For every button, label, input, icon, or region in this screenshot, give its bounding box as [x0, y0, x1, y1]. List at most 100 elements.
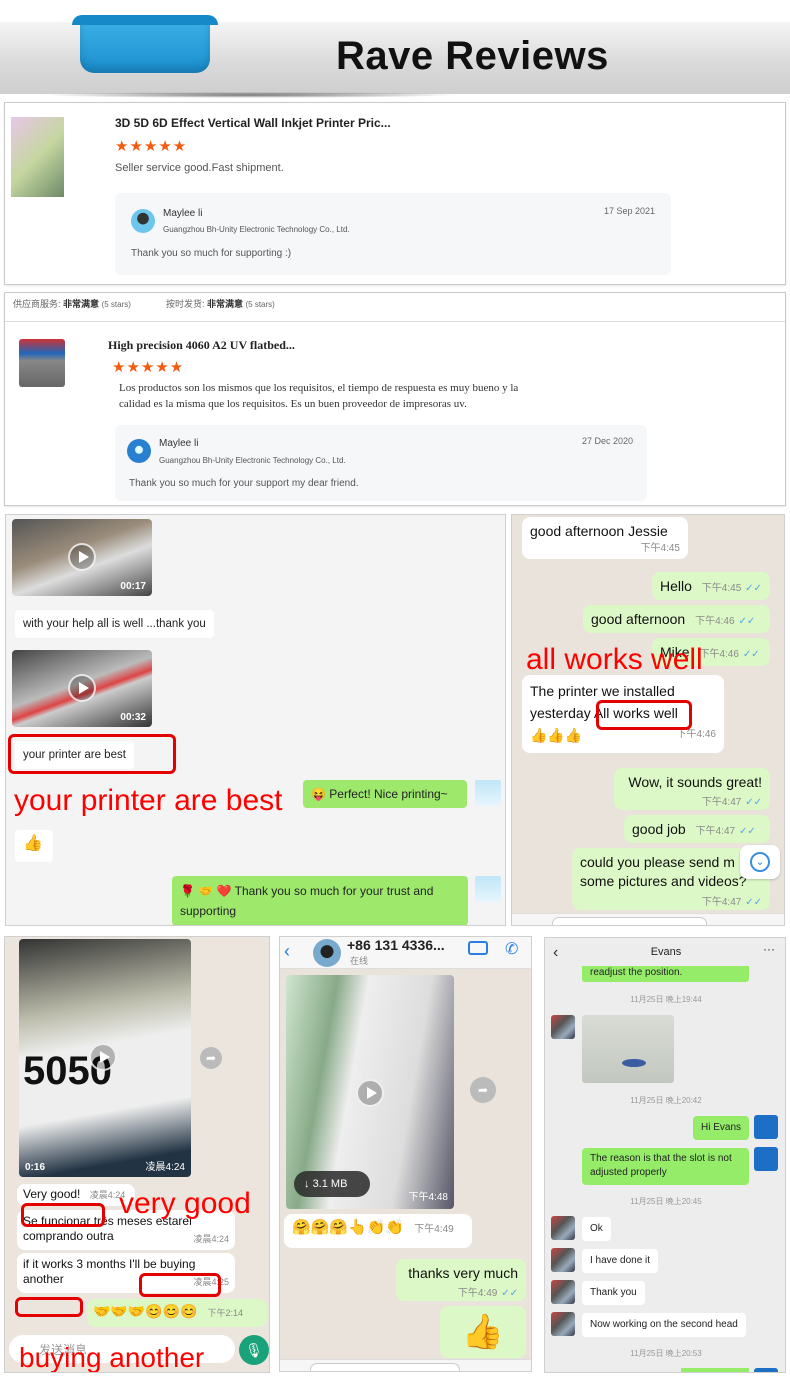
- chevron-down-icon: ⌄: [750, 852, 770, 872]
- rating-label: 按时发货:: [165, 299, 205, 309]
- chat-bubble-out: 🌹 🤝 ❤️ Thank you so much for your trust …: [172, 876, 468, 925]
- user-avatar[interactable]: [754, 1115, 778, 1139]
- video-message[interactable]: 00:32: [12, 650, 152, 727]
- message-text: Wow, it sounds great!: [628, 774, 762, 790]
- chat-bubble-out: [681, 1368, 749, 1372]
- chat-panel-3: 5050 0:16 凌晨4:24 ➦ Very good! 凌晨4:24 Se …: [4, 936, 270, 1373]
- product-thumbnail[interactable]: [19, 339, 65, 387]
- message-time: 下午4:46: [695, 616, 735, 627]
- download-button[interactable]: ↓ 3.1 MB: [294, 1171, 370, 1197]
- message-text: good afternoon: [591, 611, 686, 627]
- contact-avatar[interactable]: [551, 1280, 575, 1304]
- message-time: 下午4:47: [695, 826, 736, 837]
- rating-value: 非常满意: [63, 299, 100, 309]
- user-avatar[interactable]: [754, 1368, 778, 1372]
- message-input[interactable]: [552, 917, 707, 925]
- message-text: good job: [632, 821, 686, 837]
- video-call-icon[interactable]: [468, 941, 488, 955]
- emoji: 🌹 🤝 ❤️: [180, 884, 232, 898]
- review-card-2: 供应商服务: 非常满意 (5 stars) 按时发货: 非常满意 (5 star…: [4, 292, 786, 506]
- play-icon[interactable]: [68, 674, 96, 702]
- more-icon[interactable]: ···: [763, 942, 775, 956]
- timestamp: 11月25日 晚上20:53: [630, 1349, 702, 1358]
- chat-bubble-out: 😝 Perfect! Nice printing~: [303, 780, 467, 808]
- phone-icon[interactable]: ✆: [505, 939, 518, 959]
- chat-bubble-out: thanks very much 下午4:49 ✓✓: [396, 1259, 526, 1301]
- read-receipt-icon: ✓✓: [745, 797, 762, 808]
- timestamp: 11月25日 晚上20:45: [630, 1197, 702, 1206]
- video-message[interactable]: ↓ 3.1 MB 下午4:48: [286, 975, 454, 1209]
- contact-name[interactable]: +86 131 4336...: [347, 937, 445, 953]
- message-time: 凌晨4:24: [145, 1162, 185, 1173]
- seller-avatar: [131, 209, 155, 233]
- seller-name: Maylee li: [159, 438, 199, 449]
- input-bar: [512, 913, 784, 925]
- message-text: thanks very much: [408, 1265, 518, 1281]
- ribbon-icon: [72, 15, 218, 73]
- video-message[interactable]: 5050 0:16 凌晨4:24: [19, 939, 191, 1177]
- rating-value: 非常满意: [206, 299, 243, 309]
- play-icon[interactable]: [356, 1079, 384, 1107]
- contact-avatar[interactable]: [551, 1216, 575, 1240]
- product-title[interactable]: High precision 4060 A2 UV flatbed...: [108, 338, 295, 353]
- message-text: Very good!: [23, 1187, 81, 1201]
- reply-date: 17 Sep 2021: [603, 206, 655, 216]
- play-icon[interactable]: [68, 543, 96, 571]
- forward-icon[interactable]: ➦: [200, 1047, 222, 1069]
- user-avatar[interactable]: [475, 780, 501, 806]
- chat-panel-2: good afternoon Jessie 下午4:45 Hello 下午4:4…: [511, 514, 785, 926]
- review-comment-line: Los productos son los mismos que los req…: [119, 382, 519, 394]
- annotation-label: your printer are best: [14, 784, 283, 817]
- image-message[interactable]: [582, 1015, 674, 1083]
- back-icon[interactable]: ‹: [284, 941, 290, 962]
- message-text: Perfect! Nice printing~: [329, 787, 448, 801]
- contact-avatar[interactable]: [551, 1312, 575, 1336]
- message-time: 下午4:47: [701, 797, 742, 808]
- seller-avatar: [127, 439, 151, 463]
- video-duration: 00:32: [120, 712, 146, 723]
- read-receipt-icon: ✓✓: [745, 583, 762, 594]
- annotation-label: all works well: [526, 643, 703, 676]
- page-title: Rave Reviews: [336, 34, 609, 78]
- highlight-box: [139, 1273, 221, 1297]
- contact-avatar[interactable]: [551, 1015, 575, 1039]
- video-message[interactable]: 00:17: [12, 519, 152, 596]
- play-icon[interactable]: [89, 1043, 117, 1071]
- message-time: 下午2:14: [207, 1308, 244, 1318]
- banner-shadow: [40, 92, 460, 98]
- video-duration: 0:16: [25, 1162, 46, 1173]
- chat-bubble-out: 👍: [440, 1306, 526, 1358]
- contact-avatar[interactable]: [313, 939, 341, 967]
- image-logo: [622, 1059, 646, 1067]
- chat-bubble-in: with your help all is well ...thank you: [15, 610, 214, 638]
- chat-bubble-out: good job 下午4:47 ✓✓: [624, 815, 770, 843]
- forward-icon[interactable]: ➦: [470, 1077, 496, 1103]
- chat-bubble-in: good afternoon Jessie 下午4:45: [522, 517, 688, 559]
- user-avatar[interactable]: [754, 1147, 778, 1171]
- seller-reply: Maylee li Guangzhou Bh-Unity Electronic …: [115, 425, 647, 501]
- chat-panel-5: ‹ Evans ··· readjust the position. 11月25…: [544, 937, 786, 1373]
- file-size: 3.1 MB: [312, 1178, 348, 1190]
- emoji: 😝: [311, 787, 326, 801]
- rating-note: (5 stars): [245, 300, 275, 309]
- emoji: 🤝🤝🤝😊😊😊: [93, 1303, 198, 1319]
- reply-text: Thank you so much for supporting :): [131, 248, 292, 259]
- timestamp: 11月25日 晚上20:42: [630, 1096, 702, 1105]
- video-duration: 00:17: [120, 581, 146, 592]
- contact-status: 在线: [350, 956, 369, 966]
- seller-company: Guangzhou Bh-Unity Electronic Technology…: [159, 456, 346, 465]
- scroll-down-button[interactable]: ⌄: [740, 845, 780, 879]
- review-comment-line: calidad es la misma que los requisitos. …: [119, 398, 467, 410]
- product-thumbnail[interactable]: [11, 117, 64, 197]
- emoji: 👍👍👍: [530, 727, 583, 743]
- chat-bubble-out: The reason is that the slot is not adjus…: [582, 1148, 749, 1185]
- message-text: Hello: [660, 578, 692, 594]
- contact-avatar[interactable]: [551, 1248, 575, 1272]
- reply-text: Thank you so much for your support my de…: [129, 478, 359, 489]
- message-input[interactable]: [310, 1363, 460, 1371]
- user-avatar[interactable]: [475, 876, 501, 902]
- read-receipt-icon: ✓✓: [501, 1288, 518, 1299]
- product-title[interactable]: 3D 5D 6D Effect Vertical Wall Inkjet Pri…: [115, 116, 391, 130]
- input-bar: [280, 1359, 531, 1371]
- mic-button[interactable]: 🎙: [239, 1335, 269, 1365]
